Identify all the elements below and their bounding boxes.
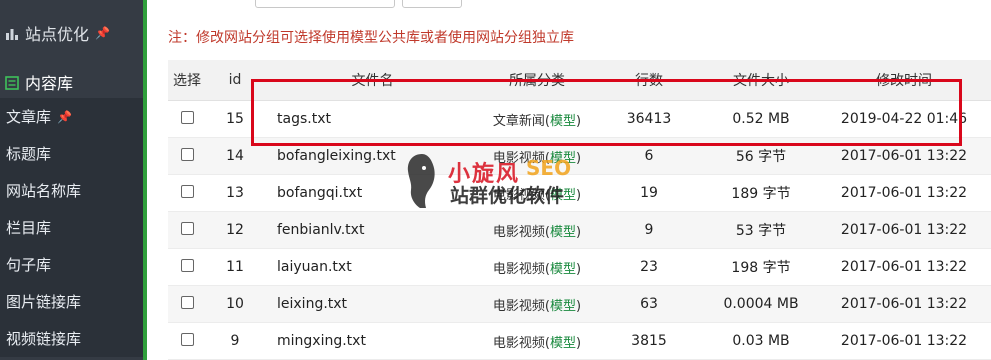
row-filename[interactable]: bofangqi.txt [264, 185, 481, 201]
row-size: 0.0004 MB [723, 296, 799, 312]
sidebar-item-label: 句子库 [6, 256, 52, 274]
table-row: 12 fenbianlv.txt 电影视频(模型) 9 53 字节 2017-0… [168, 212, 991, 249]
row-modified: 2017-06-01 13:22 [840, 148, 968, 164]
row-lines: 9 [644, 222, 654, 238]
pin-icon: 📌 [95, 26, 110, 40]
row-modified: 2017-06-01 13:22 [840, 296, 968, 312]
table-row: 11 laiyuan.txt 电影视频(模型) 23 198 字节 2017-0… [168, 249, 991, 286]
row-lines: 3815 [631, 333, 667, 349]
sidebar-accent-bar [143, 0, 147, 360]
category-label: 电影视频 [492, 335, 545, 351]
sidebar: 站点优化 📌 内容库 文章库 📌 标题库 网站名称库 栏目库 句子库 图片链接库… [0, 0, 143, 360]
row-checkbox[interactable] [180, 110, 194, 124]
model-link[interactable]: 模型 [550, 225, 576, 240]
top-button[interactable] [402, 0, 462, 8]
pin-icon: 📌 [57, 109, 72, 124]
model-link[interactable]: 模型 [550, 299, 576, 314]
highlight-box [251, 79, 962, 146]
sidebar-item-label: 栏目库 [6, 219, 52, 237]
sidebar-item-video-links[interactable]: 视频链接库 [0, 320, 143, 357]
row-id: 14 [226, 148, 244, 164]
category-label: 电影视频 [492, 261, 545, 277]
row-category: 电影视频(模型) [492, 187, 582, 203]
row-id: 12 [226, 222, 244, 238]
top-button[interactable] [255, 0, 395, 8]
row-size: 189 字节 [731, 186, 791, 202]
row-category: 电影视频(模型) [492, 261, 582, 277]
row-size: 0.03 MB [732, 333, 790, 349]
row-size: 198 字节 [731, 260, 791, 276]
row-size: 56 字节 [735, 149, 787, 165]
list-icon [5, 75, 19, 90]
row-lines: 6 [644, 148, 654, 164]
sidebar-group-content-library[interactable]: 内容库 [0, 66, 143, 98]
row-modified: 2017-06-01 13:22 [840, 333, 968, 349]
notice-text: 注：修改网站分组可选择使用模型公共库或者使用网站分组独立库 [168, 30, 574, 46]
row-filename[interactable]: mingxing.txt [264, 333, 481, 349]
sidebar-item-label: 标题库 [6, 145, 52, 163]
row-modified: 2017-06-01 13:22 [840, 222, 968, 238]
sidebar-item-label: 图片链接库 [6, 293, 82, 311]
table-row: 9 mingxing.txt 电影视频(模型) 3815 0.03 MB 201… [168, 323, 991, 360]
sidebar-group-label: 内容库 [25, 74, 74, 93]
row-checkbox[interactable] [180, 332, 194, 346]
row-checkbox[interactable] [180, 258, 194, 272]
row-category: 电影视频(模型) [492, 150, 582, 166]
row-lines: 63 [640, 296, 658, 312]
category-label: 电影视频 [492, 224, 545, 240]
row-id: 13 [226, 185, 244, 201]
row-filename[interactable]: laiyuan.txt [264, 259, 481, 275]
row-checkbox[interactable] [180, 221, 194, 235]
row-id: 9 [230, 333, 240, 349]
sidebar-item-sentences[interactable]: 句子库 [0, 246, 143, 283]
category-label: 电影视频 [492, 298, 545, 314]
row-category: 电影视频(模型) [492, 298, 582, 314]
sidebar-item-articles[interactable]: 文章库 📌 [0, 98, 143, 135]
category-label: 电影视频 [492, 150, 545, 166]
row-checkbox[interactable] [180, 147, 194, 161]
row-checkbox[interactable] [180, 295, 194, 309]
row-checkbox[interactable] [180, 184, 194, 198]
sidebar-group-label: 站点优化 [25, 25, 90, 44]
model-link[interactable]: 模型 [550, 188, 576, 203]
sidebar-item-image-links[interactable]: 图片链接库 [0, 283, 143, 320]
sidebar-item-columns[interactable]: 栏目库 [0, 209, 143, 246]
row-id: 11 [226, 259, 244, 275]
row-filename[interactable]: leixing.txt [264, 296, 481, 312]
model-link[interactable]: 模型 [550, 151, 576, 166]
header-select: 选择 [173, 73, 201, 89]
table-row: 13 bofangqi.txt 电影视频(模型) 19 189 字节 2017-… [168, 175, 991, 212]
row-lines: 19 [640, 185, 658, 201]
row-filename[interactable]: bofangleixing.txt [264, 148, 481, 164]
category-label: 电影视频 [492, 187, 545, 203]
sidebar-item-label: 视频链接库 [6, 330, 82, 348]
bar-chart-icon [5, 26, 19, 40]
sidebar-submenu: 文章库 📌 标题库 网站名称库 栏目库 句子库 图片链接库 视频链接库 [0, 98, 143, 357]
row-modified: 2017-06-01 13:22 [840, 185, 968, 201]
row-modified: 2017-06-01 13:22 [840, 259, 968, 275]
table-row: 10 leixing.txt 电影视频(模型) 63 0.0004 MB 201… [168, 286, 991, 323]
row-size: 53 字节 [735, 223, 787, 239]
row-category: 电影视频(模型) [492, 335, 582, 351]
sidebar-group-site-optimization[interactable]: 站点优化 📌 [0, 0, 143, 66]
row-id: 10 [226, 296, 244, 312]
sidebar-item-titles[interactable]: 标题库 [0, 135, 143, 172]
sidebar-item-label: 文章库 [6, 108, 52, 126]
sidebar-item-site-names[interactable]: 网站名称库 [0, 172, 143, 209]
row-lines: 23 [640, 259, 658, 275]
row-filename[interactable]: fenbianlv.txt [264, 222, 481, 238]
sidebar-item-label: 网站名称库 [6, 182, 82, 200]
model-link[interactable]: 模型 [550, 262, 576, 277]
row-category: 电影视频(模型) [492, 224, 582, 240]
model-link[interactable]: 模型 [550, 336, 576, 351]
